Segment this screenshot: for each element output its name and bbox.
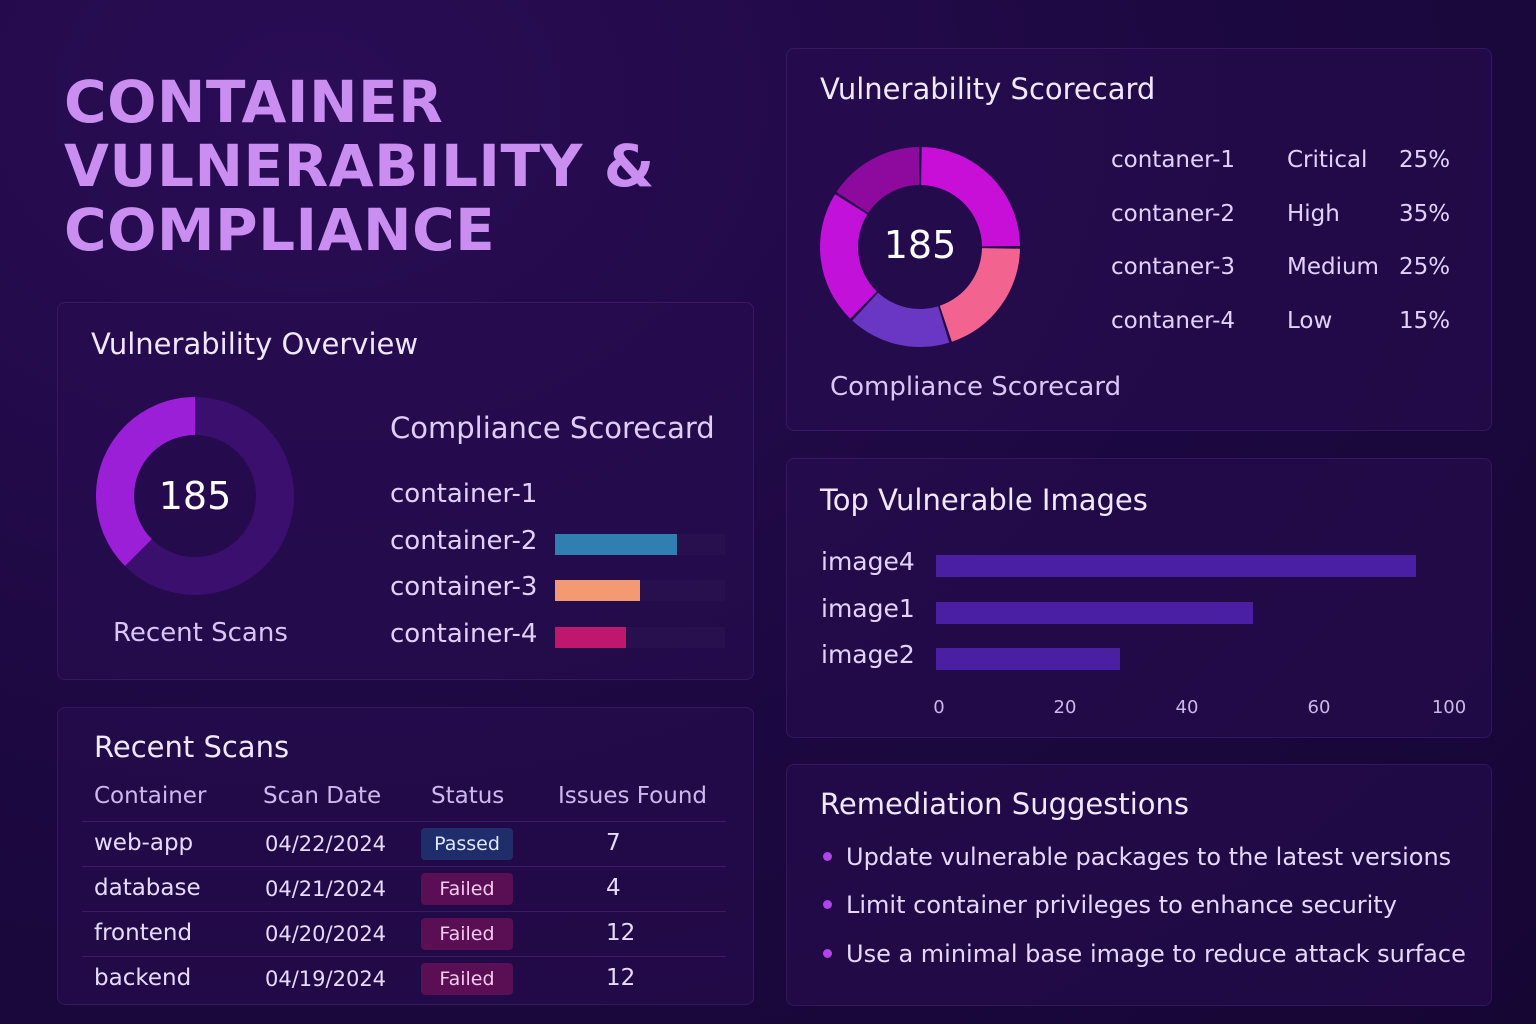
image-bar[interactable]: [936, 648, 1120, 670]
compliance-bar-fill: [555, 580, 640, 601]
table-row[interactable]: backend 04/19/2024 Failed 12: [82, 956, 726, 1001]
bullet-icon: [823, 899, 832, 909]
compliance-scorecard-title: Compliance Scorecard: [390, 411, 715, 445]
table-row[interactable]: database 04/21/2024 Failed 4: [82, 866, 726, 911]
scorecard-percent: 25%: [1399, 254, 1451, 280]
status-badge: Passed: [421, 828, 513, 860]
table-row[interactable]: frontend 04/20/2024 Failed 12: [82, 911, 726, 956]
bullet-icon: [823, 948, 832, 958]
top-vulnerable-images-title: Top Vulnerable Images: [820, 483, 1148, 517]
cell-scan-date: 04/22/2024: [265, 832, 387, 856]
cell-container: backend: [94, 965, 192, 991]
compliance-bar-track: [555, 533, 725, 555]
scorecard-severity: Medium: [1287, 254, 1379, 280]
vulnerability-scorecard-title: Vulnerability Scorecard: [820, 72, 1156, 106]
axis-tick-label: 40: [1175, 697, 1199, 718]
column-header-issues-found: Issues Found: [558, 783, 708, 809]
axis-tick-label: 100: [1431, 697, 1467, 718]
remediation-suggestions-title: Remediation Suggestions: [820, 787, 1189, 821]
page-title-line-3: COMPLIANCE: [64, 196, 496, 264]
column-header-status: Status: [431, 783, 505, 809]
scorecard-donut-value: 185: [883, 223, 957, 267]
axis-tick-label: 0: [933, 697, 945, 718]
status-badge: Failed: [421, 873, 513, 905]
scorecard-caption: Compliance Scorecard: [830, 372, 1122, 402]
axis-tick-label: 20: [1053, 697, 1077, 718]
scorecard-container: contaner-1: [1111, 147, 1236, 173]
remediation-item-text: Update vulnerable packages to the latest…: [846, 843, 1452, 871]
page-title-line-2: VULNERABILITY &: [64, 132, 655, 200]
scorecard-percent: 35%: [1399, 200, 1451, 227]
remediation-item-text: Use a minimal base image to reduce attac…: [846, 940, 1466, 968]
compliance-bar-fill: [555, 626, 627, 648]
cell-issues-found: 12: [606, 965, 636, 991]
bullet-icon: [823, 851, 832, 861]
scorecard-severity: Critical: [1287, 147, 1368, 173]
column-header-scan-date: Scan Date: [263, 783, 382, 809]
scorecard-container: contaner-3: [1111, 254, 1236, 280]
top-vulnerable-images-panel: Top Vulnerable Images image4 image1 image2…: [786, 458, 1492, 738]
image-label: image2: [821, 640, 915, 669]
overview-donut-caption: Recent Scans: [113, 618, 288, 648]
cell-container: database: [94, 875, 201, 901]
remediation-item-text: Limit container privileges to enhance se…: [846, 891, 1397, 919]
vulnerability-overview-title: Vulnerability Overview: [91, 327, 419, 361]
image-bar[interactable]: [936, 601, 1253, 624]
scorecard-container: contaner-4: [1111, 307, 1236, 334]
cell-container: frontend: [94, 920, 193, 946]
compliance-item-label: container-2: [390, 525, 538, 556]
compliance-bar-fill: [555, 533, 678, 555]
axis-tick-label: 60: [1307, 697, 1331, 718]
scorecard-percent: 15%: [1399, 307, 1451, 334]
scorecard-container: contaner-2: [1111, 200, 1236, 227]
recent-scans-panel: Recent Scans Container Scan Date Status …: [57, 707, 754, 1005]
compliance-bar-track: [555, 626, 725, 648]
cell-scan-date: 04/20/2024: [265, 922, 387, 946]
remediation-item: Update vulnerable packages to the latest…: [823, 843, 1451, 871]
table-row[interactable]: web-app 04/22/2024 Passed 7: [82, 821, 726, 866]
image-bar[interactable]: [936, 555, 1417, 577]
column-header-container: Container: [94, 783, 207, 809]
cell-scan-date: 04/19/2024: [265, 967, 387, 991]
cell-issues-found: 7: [606, 830, 621, 856]
remediation-item: Limit container privileges to enhance se…: [823, 891, 1397, 919]
cell-container: web-app: [94, 830, 194, 856]
cell-issues-found: 12: [606, 920, 636, 946]
remediation-suggestions-panel: Remediation Suggestions Update vulnerabl…: [786, 764, 1492, 1006]
compliance-bar-track: [555, 580, 725, 601]
scorecard-donut-segment: [820, 194, 877, 319]
compliance-item-label: container-4: [390, 618, 538, 649]
status-badge: Failed: [421, 963, 513, 995]
image-label: image4: [821, 547, 915, 576]
compliance-item-label: container-3: [390, 572, 538, 602]
cell-issues-found: 4: [606, 875, 621, 901]
status-badge: Failed: [421, 918, 513, 950]
cell-scan-date: 04/21/2024: [265, 877, 387, 901]
vulnerability-scorecard-panel: Vulnerability Scorecard 185 Compliance S…: [786, 48, 1492, 431]
compliance-item-label: container-1: [390, 479, 538, 509]
image-label: image1: [821, 593, 915, 623]
remediation-item: Use a minimal base image to reduce attac…: [823, 940, 1466, 968]
recent-scans-title: Recent Scans: [94, 730, 290, 764]
page-title-line-1: CONTAINER: [64, 68, 444, 136]
overview-donut-value: 185: [158, 474, 232, 518]
vulnerability-overview-panel: Vulnerability Overview 185 Recent Scans …: [57, 302, 754, 680]
scorecard-severity: Low: [1287, 307, 1333, 334]
scorecard-percent: 25%: [1399, 147, 1451, 173]
page-title: CONTAINER VULNERABILITY & COMPLIANCE: [64, 70, 704, 262]
scorecard-severity: High: [1287, 200, 1340, 227]
